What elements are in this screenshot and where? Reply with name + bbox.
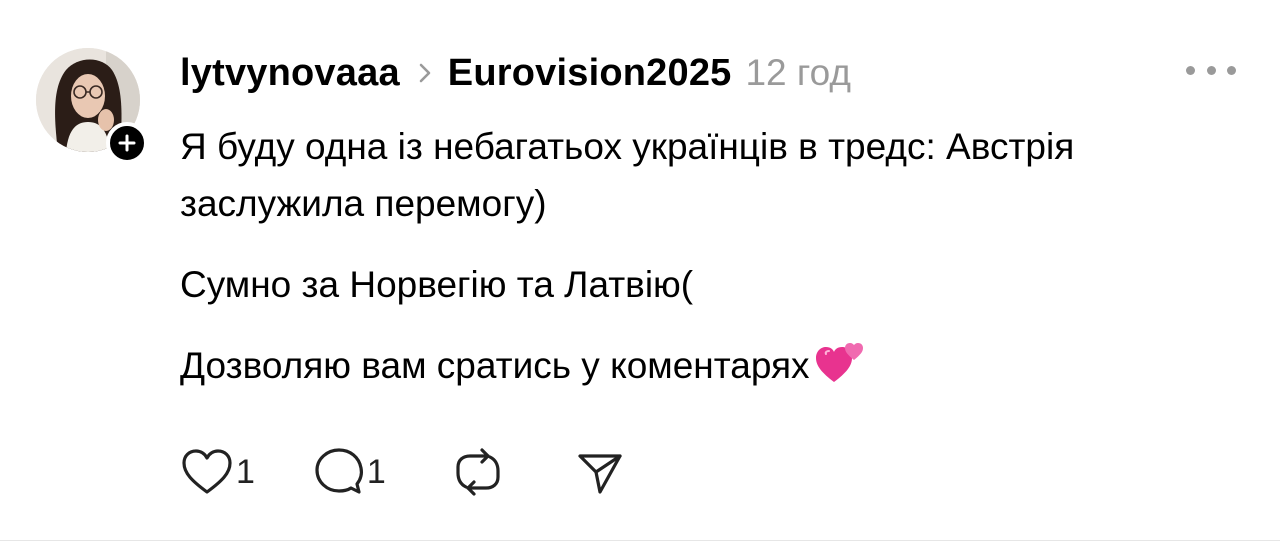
repost-icon bbox=[456, 448, 500, 496]
post-timestamp: 12 год bbox=[745, 52, 851, 93]
reply-count: 1 bbox=[366, 452, 386, 491]
reply-button[interactable]: 1 bbox=[313, 446, 386, 498]
plus-icon bbox=[118, 134, 136, 152]
follow-button[interactable] bbox=[106, 122, 148, 164]
heart-icon bbox=[182, 449, 232, 494]
two-hearts-emoji bbox=[815, 340, 864, 400]
post-paragraph: Я буду одна із небагатьох українців в тр… bbox=[180, 126, 1075, 224]
chevron-right-icon bbox=[418, 62, 432, 84]
post-paragraph: Дозволяю вам сратись у коментарях bbox=[180, 337, 1240, 400]
post-body: Я буду одна із небагатьох українців в тр… bbox=[180, 118, 1240, 400]
username-link[interactable]: lytvynovaaa bbox=[180, 52, 400, 95]
share-button[interactable] bbox=[576, 448, 624, 496]
divider bbox=[0, 540, 1280, 541]
like-button[interactable]: 1 bbox=[180, 447, 255, 497]
post-actions: 1 1 bbox=[180, 444, 624, 500]
post-paragraph-text: Дозволяю вам сратись у коментарях bbox=[180, 345, 810, 386]
more-horizontal-icon bbox=[1186, 65, 1195, 75]
comment-icon bbox=[315, 448, 363, 494]
thread-post: lytvynovaaa Eurovision2025 12 год Я буду… bbox=[0, 0, 1280, 544]
avatar-container[interactable] bbox=[36, 48, 148, 164]
post-header: lytvynovaaa Eurovision2025 12 год bbox=[180, 50, 851, 96]
more-options-button[interactable] bbox=[1186, 52, 1236, 88]
send-icon bbox=[578, 454, 622, 494]
community-link[interactable]: Eurovision2025 bbox=[448, 52, 732, 95]
like-count: 1 bbox=[236, 452, 255, 491]
repost-button[interactable] bbox=[454, 447, 502, 497]
post-paragraph: Сумно за Норвегію та Латвію( bbox=[180, 264, 694, 305]
